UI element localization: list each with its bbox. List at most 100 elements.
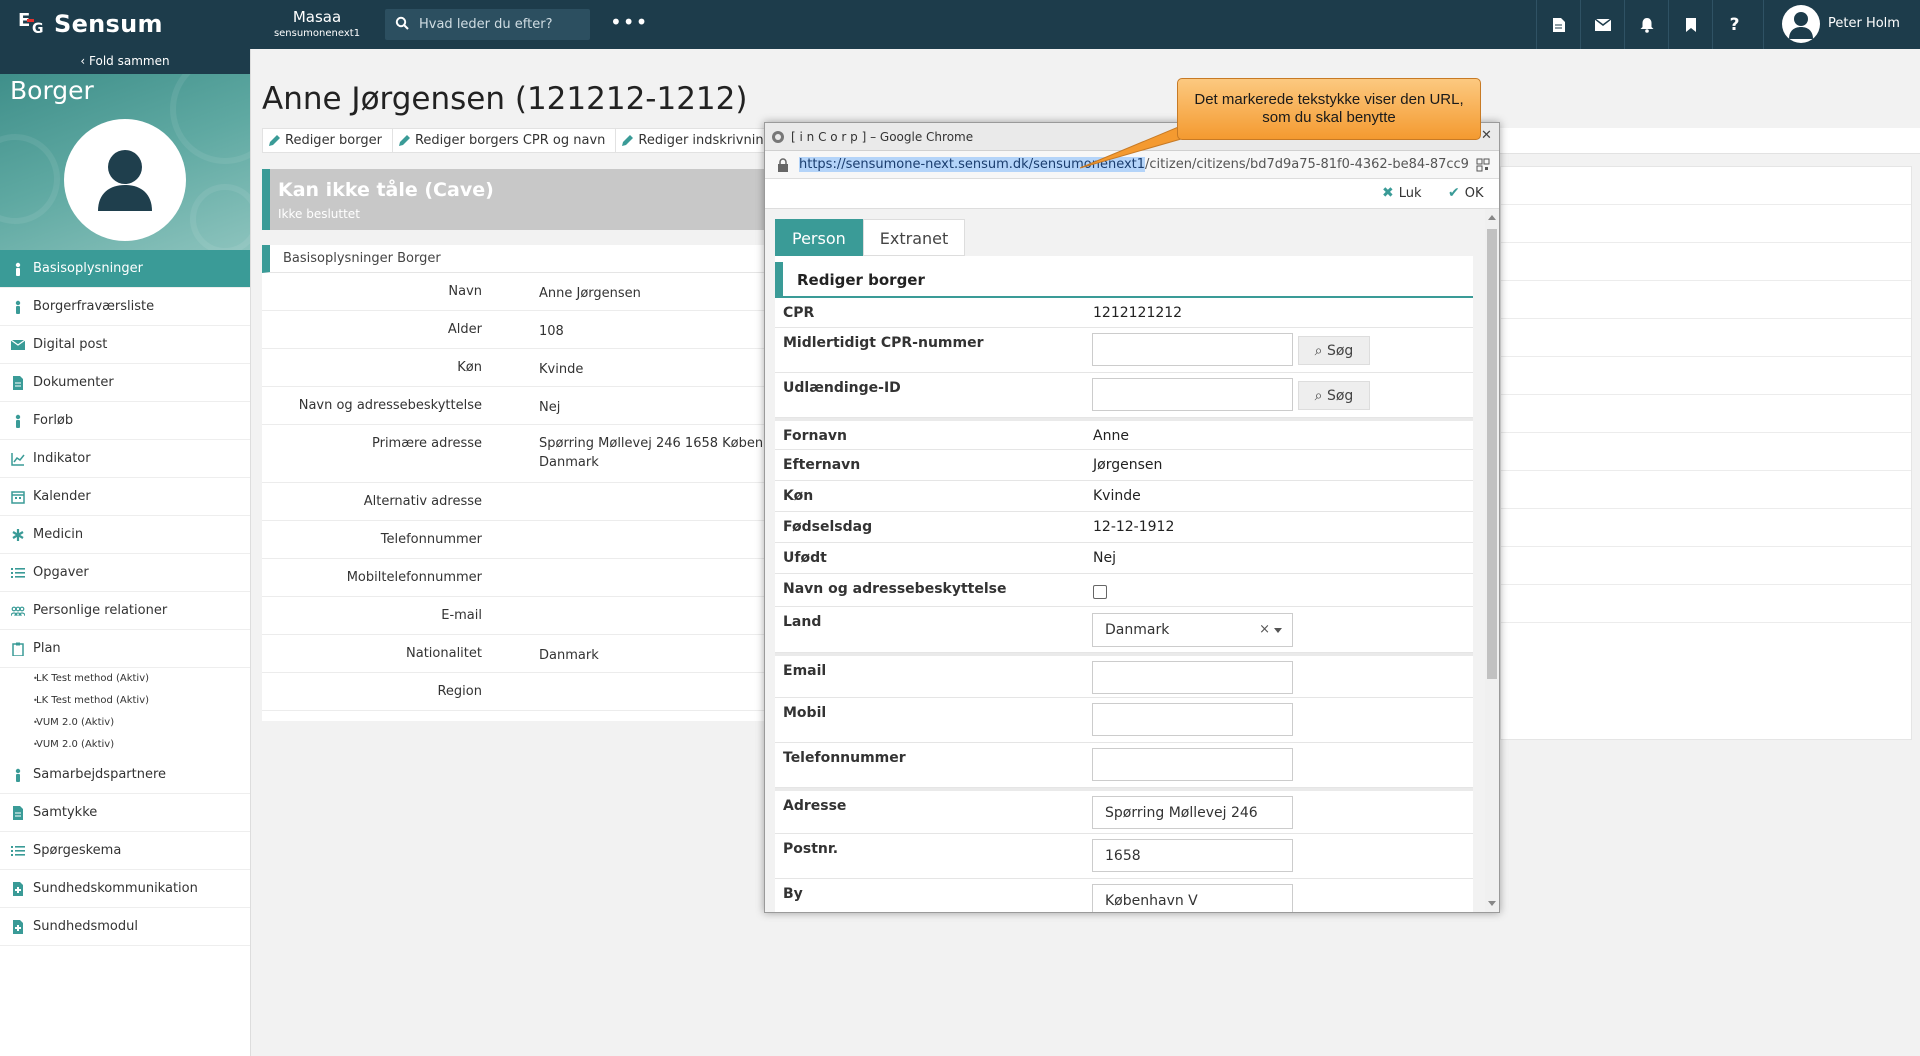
- right-panel-row: [1501, 319, 1911, 357]
- foreign-id-input[interactable]: [1092, 378, 1293, 411]
- edit-cpr-button[interactable]: Rediger borgers CPR og navn: [393, 129, 617, 152]
- country-select[interactable]: Danmark ×: [1092, 613, 1293, 647]
- bookmark-button[interactable]: [1668, 0, 1712, 49]
- sidebar-item-label: Opgaver: [33, 565, 89, 580]
- postal-input[interactable]: [1092, 839, 1293, 872]
- ok-button[interactable]: ✔ OK: [1448, 185, 1484, 201]
- phone-label: Telefonnummer: [783, 750, 906, 766]
- temp-cpr-row: Midlertidigt CPR-nummer ⌕ Søg: [775, 328, 1473, 373]
- scroll-down-icon[interactable]: [1488, 901, 1496, 906]
- lastname-label: Efternavn: [783, 457, 861, 473]
- country-value: Danmark: [1105, 622, 1170, 638]
- sidebar-item-digital-post[interactable]: Digital post: [0, 326, 250, 364]
- phone-input[interactable]: [1092, 748, 1293, 781]
- basis-info-label: Køn: [457, 360, 482, 375]
- form-title: Rediger borger: [775, 262, 1473, 298]
- brand-name: Sensum: [54, 10, 163, 38]
- qr-code-icon[interactable]: [1476, 158, 1490, 172]
- unborn-label: Ufødt: [783, 550, 827, 566]
- scrollbar-thumb[interactable]: [1487, 229, 1497, 679]
- tab-extranet[interactable]: Extranet: [862, 219, 966, 256]
- protection-checkbox[interactable]: [1093, 585, 1107, 599]
- organization-switcher[interactable]: Masaa sensumonenext1: [262, 8, 372, 39]
- popup-window: [ i n C o r p ] – Google Chrome – ☐ ✕ ht…: [764, 122, 1500, 913]
- bookmark-icon: [1685, 17, 1696, 32]
- clear-icon[interactable]: ×: [1259, 614, 1270, 646]
- document-button[interactable]: [1536, 0, 1580, 49]
- fold-sidebar-button[interactable]: ‹ Fold sammen: [0, 49, 250, 74]
- help-button[interactable]: ?: [1712, 0, 1756, 49]
- temp-cpr-search-button[interactable]: ⌕ Søg: [1298, 336, 1370, 365]
- plan-subitem[interactable]: VUM 2.0 (Aktiv): [0, 712, 250, 734]
- sidebar-item-spørgeskema[interactable]: Spørgeskema: [0, 832, 250, 870]
- sidebar-item-plan[interactable]: Plan: [0, 630, 250, 668]
- tab-person[interactable]: Person: [775, 219, 863, 256]
- mail-button[interactable]: [1580, 0, 1624, 49]
- sidebar-item-dokumenter[interactable]: Dokumenter: [0, 364, 250, 402]
- right-panel-row: [1501, 243, 1911, 281]
- basis-info-label: Region: [437, 684, 482, 699]
- people-icon: [11, 606, 25, 617]
- sidebar-item-forløb[interactable]: Forløb: [0, 402, 250, 440]
- more-menu-button[interactable]: •••: [610, 10, 648, 34]
- eg-logo-icon: EG: [18, 10, 44, 37]
- gender-row: Køn Kvinde: [775, 481, 1473, 512]
- country-label: Land: [783, 614, 822, 630]
- email-input[interactable]: [1092, 661, 1293, 694]
- cpr-row: CPR 1212121212: [775, 298, 1473, 328]
- address-input[interactable]: [1092, 796, 1293, 829]
- foreign-id-row: Udlændinge-ID ⌕ Søg: [775, 373, 1473, 418]
- sensum-logo[interactable]: EG Sensum: [18, 8, 238, 42]
- city-input[interactable]: [1092, 884, 1293, 912]
- search-icon: ⌕: [1314, 342, 1327, 359]
- person-icon: [15, 768, 21, 782]
- cpr-label: CPR: [783, 305, 815, 321]
- sidebar-item-label: Sundhedskommunikation: [33, 881, 198, 896]
- firstname-value: Anne: [1093, 428, 1129, 444]
- popup-scrollbar[interactable]: [1485, 209, 1499, 912]
- protection-label: Navn og adressebeskyttelse: [783, 581, 1007, 597]
- cpr-value: 1212121212: [1093, 305, 1183, 321]
- mobile-input[interactable]: [1092, 703, 1293, 736]
- edit-cpr-label: Rediger borgers CPR og navn: [414, 133, 606, 148]
- search-input[interactable]: [419, 9, 584, 40]
- sidebar-item-label: Samtykke: [33, 805, 98, 820]
- sidebar-item-kalender[interactable]: Kalender: [0, 478, 250, 516]
- close-window-icon[interactable]: ✕: [1481, 128, 1492, 143]
- sidebar-item-label: Forløb: [33, 413, 74, 428]
- global-search[interactable]: [385, 9, 590, 40]
- edit-citizen-button[interactable]: Rediger borger: [263, 129, 393, 152]
- sidebar-item-borgerfraværsliste[interactable]: Borgerfraværsliste: [0, 288, 250, 326]
- sidebar-item-sundhedsmodul[interactable]: Sundhedsmodul: [0, 908, 250, 946]
- user-menu[interactable]: Peter Holm: [1763, 0, 1920, 49]
- cave-status: Ikke besluttet: [278, 207, 360, 221]
- url-text[interactable]: https://sensumone-next.sensum.dk/sensumo…: [799, 157, 1469, 172]
- sidebar-item-label: Spørgeskema: [33, 843, 122, 858]
- temp-cpr-input[interactable]: [1092, 333, 1293, 366]
- user-name: Peter Holm: [1828, 16, 1900, 31]
- plan-subitem[interactable]: LK Test method (Aktiv): [0, 690, 250, 712]
- close-button[interactable]: ✖ Luk: [1382, 185, 1422, 201]
- edit-enrollment-button[interactable]: Rediger indskrivning: [616, 129, 783, 152]
- section-title: Borger: [10, 76, 94, 105]
- sidebar-item-sundhedskommunikation[interactable]: Sundhedskommunikation: [0, 870, 250, 908]
- lock-icon: [778, 158, 788, 172]
- unborn-row: Ufødt Nej: [775, 543, 1473, 574]
- sidebar-item-samarbejdspartnere[interactable]: Samarbejdspartnere: [0, 756, 250, 794]
- plan-subitem[interactable]: VUM 2.0 (Aktiv): [0, 734, 250, 756]
- notifications-button[interactable]: [1624, 0, 1668, 49]
- foreign-id-search-button[interactable]: ⌕ Søg: [1298, 381, 1370, 410]
- sidebar-item-label: Sundhedsmodul: [33, 919, 138, 934]
- popup-url-bar[interactable]: https://sensumone-next.sensum.dk/sensumo…: [765, 151, 1499, 179]
- sidebar-item-personlige-relationer[interactable]: Personlige relationer: [0, 592, 250, 630]
- sidebar-item-basisoplysninger[interactable]: Basisoplysninger: [0, 250, 250, 288]
- sidebar-item-opgaver[interactable]: Opgaver: [0, 554, 250, 592]
- scroll-up-icon[interactable]: [1488, 215, 1496, 220]
- person-icon: [15, 262, 21, 276]
- basis-info-label: Nationalitet: [406, 646, 482, 661]
- sidebar-item-medicin[interactable]: Medicin: [0, 516, 250, 554]
- sidebar-item-samtykke[interactable]: Samtykke: [0, 794, 250, 832]
- plan-subitem[interactable]: LK Test method (Aktiv): [0, 668, 250, 690]
- gender-label: Køn: [783, 488, 814, 504]
- sidebar-item-indikator[interactable]: Indikator: [0, 440, 250, 478]
